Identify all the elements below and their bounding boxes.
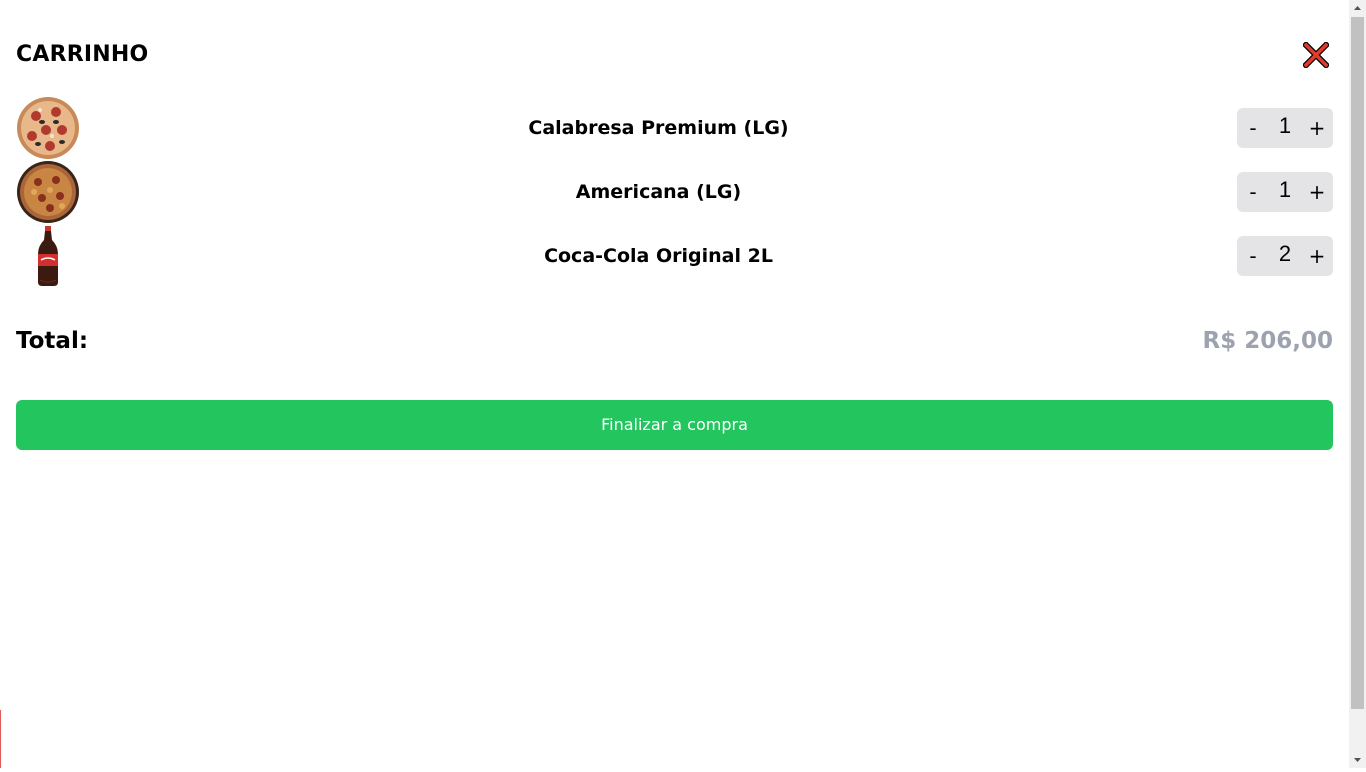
- cart-item: Americana (LG) - 1 +: [16, 160, 1333, 224]
- quantity-value: 2: [1278, 241, 1292, 266]
- item-name: Americana (LG): [575, 181, 742, 203]
- edge-divider: [0, 710, 1, 768]
- vertical-scrollbar[interactable]: [1349, 0, 1366, 768]
- pizza-calabresa-image: [16, 96, 80, 160]
- decrease-quantity-button[interactable]: -: [1237, 236, 1269, 276]
- checkout-button[interactable]: Finalizar a compra: [16, 400, 1333, 450]
- cart-item: Coca-Cola Original 2L - 2 +: [16, 224, 1333, 288]
- coca-cola-bottle-image: [16, 224, 80, 288]
- cart-item: Calabresa Premium (LG) - 1 +: [16, 96, 1333, 160]
- item-name: Calabresa Premium (LG): [528, 117, 789, 139]
- pizza-americana-image: [16, 160, 80, 224]
- scrollbar-thumb[interactable]: [1351, 17, 1364, 709]
- decrease-quantity-button[interactable]: -: [1237, 108, 1269, 148]
- total-label: Total:: [16, 328, 89, 354]
- scroll-down-arrow-icon[interactable]: [1349, 751, 1366, 768]
- total-value: R$ 206,00: [1202, 328, 1333, 354]
- cart-header: CARRINHO: [16, 38, 1333, 74]
- close-icon[interactable]: [1301, 40, 1331, 70]
- item-name: Coca-Cola Original 2L: [544, 245, 773, 267]
- decrease-quantity-button[interactable]: -: [1237, 172, 1269, 212]
- increase-quantity-button[interactable]: +: [1301, 236, 1333, 276]
- quantity-stepper: - 1 +: [1237, 108, 1333, 148]
- increase-quantity-button[interactable]: +: [1301, 172, 1333, 212]
- cart-title: CARRINHO: [16, 42, 149, 67]
- increase-quantity-button[interactable]: +: [1301, 108, 1333, 148]
- total-row: Total: R$ 206,00: [16, 326, 1333, 362]
- cart-page: CARRINHO Calabresa Premium (LG) - 1 + Am…: [0, 0, 1349, 768]
- scroll-up-arrow-icon[interactable]: [1349, 0, 1366, 17]
- quantity-value: 1: [1278, 113, 1292, 138]
- quantity-stepper: - 2 +: [1237, 236, 1333, 276]
- quantity-value: 1: [1278, 177, 1292, 202]
- quantity-stepper: - 1 +: [1237, 172, 1333, 212]
